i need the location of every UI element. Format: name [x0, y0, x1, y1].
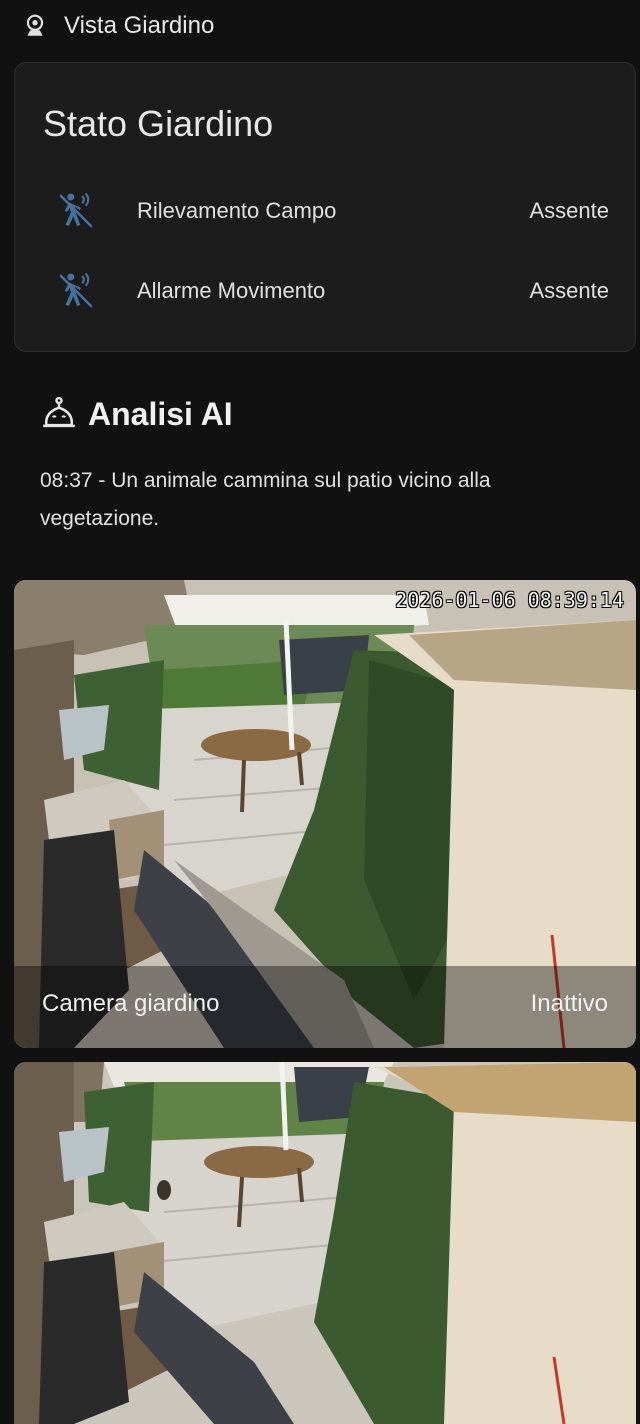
camera-feed-image: [14, 1062, 636, 1424]
camera-card-garden[interactable]: 2026-01-06 08:39:14 Camera giardino Inat…: [14, 580, 636, 1048]
card-title: Stato Giardino: [43, 103, 274, 144]
garden-status-card: Stato Giardino Rilevamento Campo Assente…: [14, 62, 636, 352]
webcam-icon: [26, 14, 44, 36]
row-label: Allarme Movimento: [137, 278, 326, 303]
row-motion-alarm[interactable]: Allarme Movimento Assente: [15, 261, 635, 321]
row-value: Assente: [529, 198, 610, 223]
motion-sensor-icon: [59, 272, 93, 308]
app-header: Vista Giardino: [0, 0, 640, 52]
section-title: Analisi AI: [88, 395, 233, 432]
camera-card-second[interactable]: [14, 1062, 636, 1424]
row-field-detection[interactable]: Rilevamento Campo Assente: [15, 181, 635, 241]
camera-footer: Camera giardino Inattivo: [14, 966, 636, 1048]
ai-description: 08:37 - Un animale cammina sul patio vic…: [40, 469, 491, 530]
robot-icon: [43, 396, 75, 428]
page-title: Vista Giardino: [64, 12, 215, 39]
motion-sensor-icon: [59, 192, 93, 228]
ai-analysis-heading: Analisi AI: [40, 392, 233, 436]
camera-timestamp: 2026-01-06 08:39:14: [395, 588, 624, 612]
camera-name: Camera giardino: [42, 990, 220, 1017]
camera-state: Inattivo: [530, 990, 608, 1017]
row-label: Rilevamento Campo: [137, 198, 337, 223]
row-value: Assente: [529, 278, 610, 303]
